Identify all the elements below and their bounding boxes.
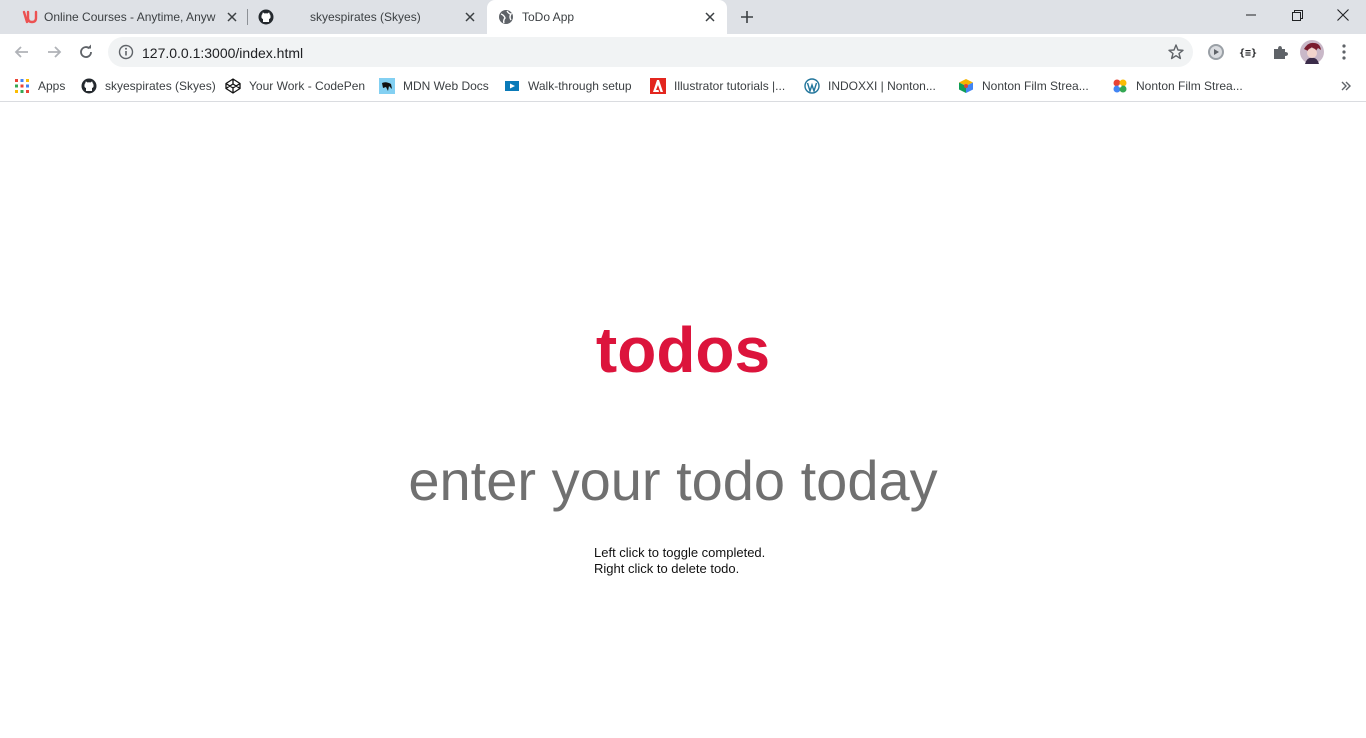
bookmark-label: Illustrator tutorials |... (674, 79, 786, 93)
app-title: todos (595, 314, 771, 386)
bookmarks-bar: Apps skyespirates (Skyes) Your Work - Co… (0, 70, 1366, 102)
tab-strip: Online Courses - Anytime, Anywh skyespir… (0, 0, 1366, 34)
bookmark-indoxxi[interactable]: INDOXXI | Nonton... (804, 76, 936, 96)
github-icon (81, 78, 97, 94)
bookmark-label: Nonton Film Strea... (1136, 79, 1243, 93)
udemy-icon (22, 9, 38, 25)
tab-udemy[interactable]: Online Courses - Anytime, Anywh (8, 0, 248, 34)
pinwheel-icon (1112, 78, 1128, 94)
avatar[interactable] (1300, 40, 1324, 64)
info-icon[interactable] (118, 44, 134, 60)
bookmark-walkthrough[interactable]: Walk-through setup (504, 76, 632, 96)
media-play-icon[interactable] (1206, 42, 1226, 62)
close-icon[interactable] (462, 9, 478, 25)
bookmark-label: Apps (38, 79, 66, 93)
tab-github[interactable]: skyespirates (Skyes) (248, 0, 486, 34)
bookmark-label: MDN Web Docs (403, 79, 489, 93)
extensions-puzzle-icon[interactable] (1270, 42, 1290, 62)
bookmark-apps[interactable]: Apps (14, 76, 65, 96)
close-window-button[interactable] (1320, 0, 1366, 30)
close-icon[interactable] (702, 9, 718, 25)
bookmark-label: Walk-through setup (528, 79, 632, 93)
bookmark-star-icon[interactable] (1167, 43, 1185, 61)
menu-kebab-icon[interactable] (1334, 42, 1354, 62)
bookmark-label: Your Work - CodePen (249, 79, 366, 93)
chevron-double-right-icon[interactable] (1338, 78, 1354, 94)
codepen-icon (225, 78, 241, 94)
cube-icon (958, 78, 974, 94)
svg-text:{≡}: {≡} (1239, 48, 1257, 58)
github-icon (258, 9, 274, 25)
json-formatter-icon[interactable]: {≡} (1238, 42, 1258, 62)
close-icon[interactable] (224, 9, 240, 25)
bookmark-github[interactable]: skyespirates (Skyes) (81, 76, 216, 96)
bookmark-label: INDOXXI | Nonton... (828, 79, 936, 93)
video-icon (504, 78, 520, 94)
apps-grid-icon (14, 78, 30, 94)
back-button[interactable] (10, 40, 34, 64)
page-content: todos Left click to toggle completed. Ri… (0, 103, 1366, 738)
bookmark-mdn[interactable]: MDN Web Docs (379, 76, 489, 96)
mdn-icon (379, 78, 395, 94)
bookmark-nonton-2[interactable]: Nonton Film Strea... (1112, 76, 1243, 96)
bookmark-label: skyespirates (Skyes) (105, 79, 216, 93)
tab-title: ToDo App (522, 10, 575, 24)
minimize-button[interactable] (1228, 0, 1274, 30)
bookmark-illustrator[interactable]: Illustrator tutorials |... (650, 76, 785, 96)
todo-input[interactable] (393, 445, 953, 515)
bookmark-codepen[interactable]: Your Work - CodePen (225, 76, 365, 96)
tab-title: Online Courses - Anytime, Anywh (44, 10, 216, 24)
tab-title: skyespirates (Skyes) (310, 10, 421, 24)
tab-todo-app[interactable]: ToDo App (487, 0, 727, 34)
address-bar[interactable]: 127.0.0.1:3000/index.html (108, 37, 1193, 67)
bookmark-nonton-1[interactable]: Nonton Film Strea... (958, 76, 1089, 96)
forward-button[interactable] (42, 40, 66, 64)
instructions: Left click to toggle completed. Right cl… (594, 545, 765, 577)
restore-button[interactable] (1274, 0, 1320, 30)
instruction-toggle: Left click to toggle completed. (594, 545, 766, 560)
url-text: 127.0.0.1:3000/index.html (142, 45, 304, 61)
new-tab-button[interactable] (737, 7, 757, 27)
instruction-delete: Right click to delete todo. (594, 561, 740, 576)
reload-button[interactable] (74, 40, 98, 64)
browser-toolbar: 127.0.0.1:3000/index.html {≡} (0, 34, 1366, 70)
bookmark-label: Nonton Film Strea... (982, 79, 1089, 93)
wordpress-icon (804, 78, 820, 94)
globe-icon (498, 9, 514, 25)
adobe-icon (650, 78, 666, 94)
